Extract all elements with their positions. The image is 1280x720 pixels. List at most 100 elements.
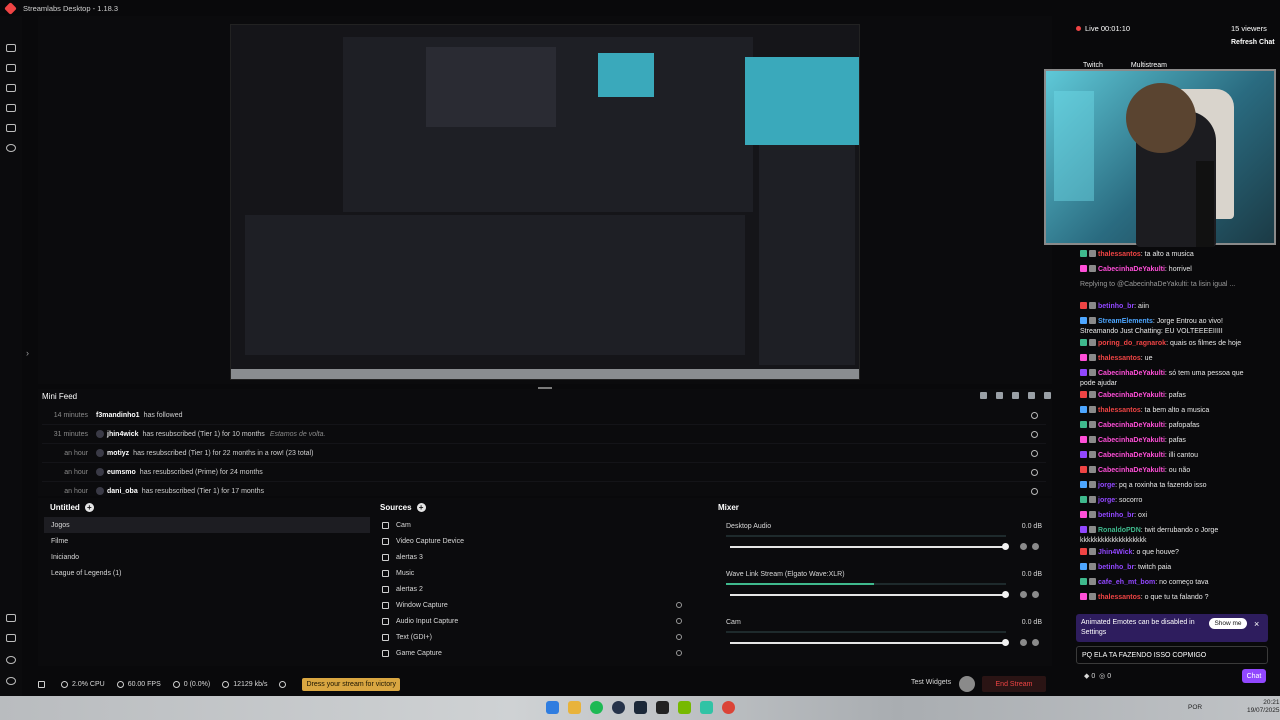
chat-username[interactable]: thalessantos — [1098, 407, 1141, 414]
language-indicator[interactable]: POR — [1188, 704, 1202, 711]
chat-input[interactable]: PQ ELA TA FAZENDO ISSO COPMIGO — [1076, 646, 1268, 664]
feed-user[interactable]: dani_oba — [107, 488, 138, 495]
store-icon[interactable] — [6, 104, 16, 112]
tab-multistream[interactable]: Multistream — [1131, 62, 1167, 69]
scene-item[interactable]: Iniciando — [44, 549, 370, 565]
visibility-icon[interactable] — [676, 650, 682, 656]
editor-icon[interactable] — [6, 44, 16, 52]
source-item[interactable]: alertas 3 — [382, 549, 690, 565]
replay-icon[interactable] — [1031, 468, 1038, 476]
chat-username[interactable]: CabecinhaDeYakulti — [1098, 392, 1165, 399]
volume-slider[interactable] — [730, 594, 1006, 596]
chat-username[interactable]: RonaldoPDN — [1098, 527, 1141, 534]
settings-gear-icon[interactable] — [6, 656, 16, 664]
chat-username[interactable]: CabecinhaDeYakulti — [1098, 437, 1165, 444]
viewer-count[interactable]: 15 viewers — [1231, 24, 1267, 33]
file-explorer-icon[interactable] — [568, 701, 581, 714]
chat-username[interactable]: thalessantos — [1098, 594, 1141, 601]
feed-user[interactable]: f3mandinho1 — [96, 412, 140, 419]
chat-username[interactable]: betinho_br — [1098, 303, 1134, 310]
replay-icon[interactable] — [1031, 430, 1038, 438]
channel-settings-icon[interactable] — [1032, 591, 1039, 598]
steam-icon[interactable] — [634, 701, 647, 714]
chat-username[interactable]: jorge — [1098, 482, 1115, 489]
close-icon[interactable]: × — [1254, 619, 1259, 629]
dress-stream-banner[interactable]: Dress your stream for victory — [302, 677, 400, 691]
channel-settings-icon[interactable] — [1032, 639, 1039, 646]
chat-username[interactable]: CabecinhaDeYakulti — [1098, 452, 1165, 459]
add-scene-icon[interactable]: + — [84, 503, 94, 513]
obs-icon[interactable] — [612, 701, 625, 714]
collapse-arrow-icon[interactable]: › — [26, 348, 29, 358]
chrome-icon[interactable] — [722, 701, 735, 714]
chat-username[interactable]: betinho_br — [1098, 512, 1134, 519]
scene-item[interactable]: Jogos — [44, 517, 370, 533]
chat-username[interactable]: Jhin4Wick — [1098, 549, 1133, 556]
feed-user[interactable]: jhin4wick — [107, 431, 139, 438]
chat-send-button[interactable]: Chat — [1242, 669, 1266, 683]
learn-icon[interactable] — [6, 634, 16, 642]
source-item[interactable]: alertas 2 — [382, 581, 690, 597]
chat-username[interactable]: poring_do_ragnarok — [1098, 340, 1166, 347]
show-me-button[interactable]: Show me — [1209, 618, 1247, 629]
scene-item[interactable]: League of Legends (1) — [44, 565, 370, 581]
visibility-icon[interactable] — [676, 602, 682, 608]
notification-icon[interactable] — [279, 680, 290, 688]
replay-icon[interactable] — [1031, 449, 1038, 457]
spotify-icon[interactable] — [590, 701, 603, 714]
channel-points[interactable]: ◆ 0 ◎ 0 — [1084, 672, 1111, 680]
feed-user[interactable]: motiyz — [107, 450, 129, 457]
studio-mode-icon[interactable] — [6, 64, 16, 72]
source-item[interactable]: Cam — [382, 517, 690, 533]
apps-icon[interactable] — [6, 124, 16, 132]
end-stream-button[interactable]: End Stream — [982, 676, 1046, 692]
visibility-icon[interactable] — [676, 634, 682, 640]
channel-settings-icon[interactable] — [1032, 543, 1039, 550]
tab-twitch[interactable]: Twitch — [1083, 62, 1103, 69]
themes-icon[interactable] — [6, 84, 16, 92]
chat-username[interactable]: CabecinhaDeYakulti — [1098, 422, 1165, 429]
streamlabs-icon[interactable] — [700, 701, 713, 714]
test-widgets-icon[interactable] — [959, 676, 975, 692]
chat-username[interactable]: thalessantos — [1098, 355, 1141, 362]
mute-icon[interactable] — [1020, 591, 1027, 598]
visibility-icon[interactable] — [676, 618, 682, 624]
source-item[interactable]: Window Capture — [382, 597, 690, 613]
taskbar-clock[interactable]: 20:21 19/07/2025 — [1247, 699, 1280, 715]
volume-icon[interactable] — [1044, 392, 1051, 399]
chat-username[interactable]: jorge — [1098, 497, 1115, 504]
mute-icon[interactable] — [1020, 639, 1027, 646]
chat-username[interactable]: CabecinhaDeYakulti — [1098, 266, 1165, 273]
volume-slider-handle[interactable] — [1002, 639, 1009, 646]
app-icon[interactable] — [656, 701, 669, 714]
refresh-chat-button[interactable]: Refresh Chat — [1231, 39, 1275, 46]
scene-collection-title[interactable]: Untitled — [50, 503, 80, 512]
source-item[interactable]: Text (GDI+) — [382, 629, 690, 645]
chat-username[interactable]: thalessantos — [1098, 251, 1141, 258]
replay-icon[interactable] — [1031, 487, 1038, 495]
scene-item[interactable]: Filme — [44, 533, 370, 549]
source-item[interactable]: Audio Input Capture — [382, 613, 690, 629]
volume-slider[interactable] — [730, 546, 1006, 548]
skip-icon[interactable] — [1028, 392, 1035, 399]
performance-icon[interactable] — [38, 680, 49, 688]
replay-icon[interactable] — [1031, 411, 1038, 419]
filter-icon[interactable] — [996, 392, 1003, 399]
nvidia-icon[interactable] — [678, 701, 691, 714]
dashboard-icon[interactable] — [6, 614, 16, 622]
source-item[interactable]: Music — [382, 565, 690, 581]
chat-username[interactable]: betinho_br — [1098, 564, 1134, 571]
volume-slider-handle[interactable] — [1002, 591, 1009, 598]
source-item[interactable]: Video Capture Device — [382, 533, 690, 549]
mute-icon[interactable] — [1020, 543, 1027, 550]
chat-username[interactable]: cafe_eh_mt_bom — [1098, 579, 1155, 586]
feed-user[interactable]: eumsmo — [107, 469, 136, 476]
source-item[interactable]: Game Capture — [382, 645, 690, 661]
profile-icon[interactable] — [6, 677, 16, 685]
add-source-icon[interactable]: + — [416, 503, 426, 513]
volume-slider-handle[interactable] — [1002, 543, 1009, 550]
start-icon[interactable] — [546, 701, 559, 714]
highlighter-icon[interactable] — [6, 144, 16, 152]
chat-username[interactable]: StreamElements — [1098, 318, 1153, 325]
pause-icon[interactable] — [1012, 392, 1019, 399]
